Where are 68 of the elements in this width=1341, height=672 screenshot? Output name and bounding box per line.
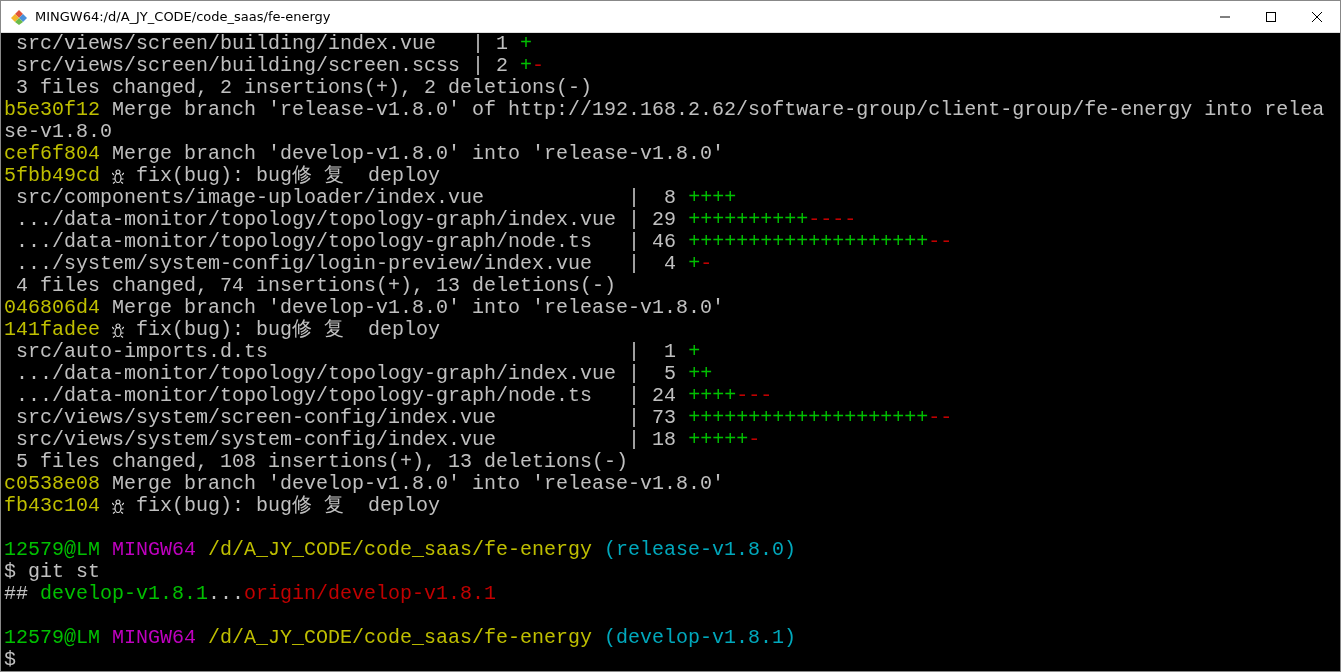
insertions-text: ++++++++++++++++++++ (688, 407, 929, 429)
deletions-text: --- (736, 385, 773, 407)
terminal-text: $ (4, 649, 16, 671)
terminal-text: .../system/system-config/login-preview/index.vue | 4 (15, 253, 678, 275)
insertions-text: develop-v1.8.1 (40, 583, 209, 605)
terminal-text: Merge branch 'develop-v1.8.0' into 'release-v1.8.0' (111, 143, 725, 165)
bug-icon (112, 323, 124, 338)
window-title: MINGW64:/d/A_JY_CODE/code_saas/fe-energy (35, 9, 332, 24)
terminal-text: Merge branch 'develop-v1.8.0' into 'release-v1.8.0' (111, 297, 725, 319)
commit-hash: b5e30f12 (4, 99, 100, 121)
insertions-text: + (688, 253, 701, 275)
commit-hash: c0538e08 (4, 473, 100, 495)
branch-name: (develop-v1.8.1) (604, 627, 797, 649)
app-logo-icon (11, 8, 27, 25)
bug-icon (112, 169, 124, 184)
deletions-text: - (748, 429, 761, 451)
insertions-text: ++ (688, 363, 713, 385)
commit-hash: fb43c104 (4, 495, 100, 517)
insertions-text: ++++ (688, 385, 737, 407)
maximize-icon (1266, 11, 1276, 22)
terminal-text: 3 files changed, 2 insertions(+), 2 deletions(-) (15, 77, 593, 99)
insertions-text: +++++ (688, 429, 749, 451)
deletions-text: ---- (808, 209, 857, 231)
insertions-text: ++++++++++++++++++++ (688, 231, 929, 253)
branch-name: (release-v1.8.0) (604, 539, 797, 561)
deletions-text: -- (928, 231, 953, 253)
terminal-text: src/views/screen/building/index.vue | 1 (15, 33, 510, 55)
deletions-text: origin/develop-v1.8.1 (244, 583, 497, 605)
close-icon (1312, 11, 1322, 22)
terminal-text: src/views/screen/building/screen.scss | 2 (15, 55, 510, 77)
terminal-text: fix(bug): bug修 复 deploy (135, 165, 441, 187)
terminal-text: 4 files changed, 74 insertions(+), 13 deletions(-) (15, 275, 617, 297)
terminal-text: src/auto-imports.d.ts | 1 (15, 341, 678, 363)
insertions-text: ++++ (688, 187, 737, 209)
terminal-text: se-v1.8.0 (4, 121, 113, 143)
deletions-text: - (532, 55, 545, 77)
terminal-text: ... (208, 583, 245, 605)
terminal-text: 5 files changed, 108 insertions(+), 13 deletions(-) (15, 451, 629, 473)
user-host: 12579@LM (4, 539, 100, 561)
commit-hash: 141fadee (4, 319, 100, 341)
terminal-text: .../data-monitor/topology/topology-graph/index.vue | 5 (15, 363, 678, 385)
user-host: 12579@LM (4, 627, 100, 649)
insertions-text: + (520, 55, 533, 77)
bug-icon (112, 499, 124, 514)
terminal-text: .../data-monitor/topology/topology-graph/node.ts | 46 (15, 231, 678, 253)
terminal-text: fix(bug): bug修 复 deploy (135, 319, 441, 341)
terminal-text: src/views/system/system-config/index.vue | 18 (15, 429, 678, 451)
terminal-text: src/views/system/screen-config/index.vue | 73 (15, 407, 678, 429)
shell-name: MINGW64 (112, 539, 197, 561)
directory-path: /d/A_JY_CODE/code_saas/fe-energy (208, 539, 593, 561)
terminal-text: fix(bug): bug修 复 deploy (135, 495, 441, 517)
commit-hash: 046806d4 (4, 297, 100, 319)
terminal-text: Merge branch 'release-v1.8.0' of http://192.168.2.62/software-group/client-group/fe-energy into relea (111, 99, 1325, 121)
terminal-text: Merge branch 'develop-v1.8.0' into 'release-v1.8.0' (111, 473, 725, 495)
commit-hash: cef6f804 (4, 143, 100, 165)
terminal-text: .../data-monitor/topology/topology-graph/node.ts | 24 (15, 385, 678, 407)
insertions-text: + (520, 33, 533, 55)
terminal-text: ## (4, 583, 29, 605)
commit-hash: 5fbb49cd (4, 165, 100, 187)
terminal-text: $ git st (4, 561, 100, 583)
insertions-text: + (688, 341, 701, 363)
deletions-text: -- (928, 407, 953, 429)
shell-name: MINGW64 (112, 627, 197, 649)
deletions-text: - (700, 253, 713, 275)
terminal-text: .../data-monitor/topology/topology-graph/index.vue | 29 (15, 209, 678, 231)
directory-path: /d/A_JY_CODE/code_saas/fe-energy (208, 627, 593, 649)
insertions-text: ++++++++++ (688, 209, 809, 231)
terminal-text: src/components/image-uploader/index.vue | 8 (15, 187, 678, 209)
